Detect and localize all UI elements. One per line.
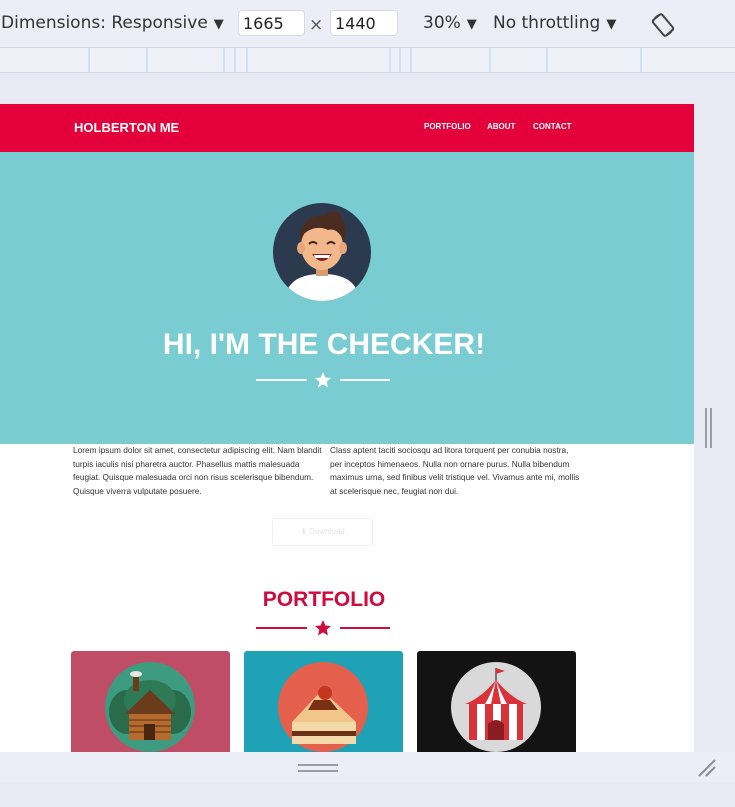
about-text-right: Class aptent taciti sociosqu ad litora t…: [330, 445, 580, 496]
star-icon: [315, 620, 331, 636]
download-icon: ⬇: [300, 527, 310, 536]
zoom-label: 30%: [423, 13, 461, 33]
width-resize-handle[interactable]: [703, 408, 713, 448]
portfolio-title: PORTFOLIO: [262, 588, 386, 611]
portfolio-card-circus[interactable]: [417, 651, 576, 752]
viewport-bottom-gutter: [0, 752, 735, 782]
cake-icon: [278, 662, 368, 752]
portfolio-card-cabin[interactable]: [71, 651, 230, 752]
nav-about-link[interactable]: ABOUT: [487, 122, 515, 131]
hero-title: HI, I'M THE CHECKER!: [162, 328, 486, 361]
circus-tent-icon: [451, 662, 541, 752]
dimensions-dropdown[interactable]: Dimensions: Responsive ▼: [1, 13, 224, 33]
height-input[interactable]: 1440: [330, 10, 398, 36]
brand-logo[interactable]: HOLBERTON ME: [74, 120, 179, 135]
download-label: Download: [309, 527, 345, 536]
star-icon: [315, 372, 331, 388]
nav-portfolio-link[interactable]: PORTFOLIO: [424, 122, 471, 131]
width-input[interactable]: 1665: [238, 10, 305, 36]
media-query-bar[interactable]: [0, 48, 735, 73]
throttling-label: No throttling: [493, 13, 601, 33]
download-button[interactable]: ⬇ Download: [272, 518, 373, 546]
about-text-left: Lorem ipsum dolor sit amet, consectetur …: [73, 445, 322, 496]
nav-contact-link[interactable]: CONTACT: [533, 122, 572, 131]
rotate-icon[interactable]: [648, 10, 678, 40]
throttling-dropdown[interactable]: No throttling ▼: [493, 13, 616, 33]
device-toolbar: Dimensions: Responsive ▼ 1665 × 1440 30% ▼…: [0, 0, 735, 48]
times-sign: ×: [309, 15, 324, 35]
cabin-icon: [105, 662, 195, 752]
caret-down-icon: ▼: [213, 17, 224, 32]
height-resize-handle[interactable]: [298, 762, 338, 774]
portfolio-card-cake[interactable]: [244, 651, 403, 752]
caret-down-icon: ▼: [606, 17, 617, 32]
avatar: [273, 203, 371, 301]
portfolio-divider: [256, 620, 390, 636]
site-navbar: HOLBERTON ME PORTFOLIO ABOUT CONTACT: [0, 104, 694, 152]
zoom-dropdown[interactable]: 30% ▼: [423, 13, 477, 33]
resize-icon[interactable]: [697, 758, 717, 778]
hero-divider: [256, 372, 390, 388]
hero-section: HI, I'M THE CHECKER!: [0, 152, 694, 444]
device-viewport[interactable]: HOLBERTON ME PORTFOLIO ABOUT CONTACT HI,…: [0, 104, 694, 752]
caret-down-icon: ▼: [466, 17, 477, 32]
dimensions-label: Dimensions: Responsive: [1, 13, 208, 33]
